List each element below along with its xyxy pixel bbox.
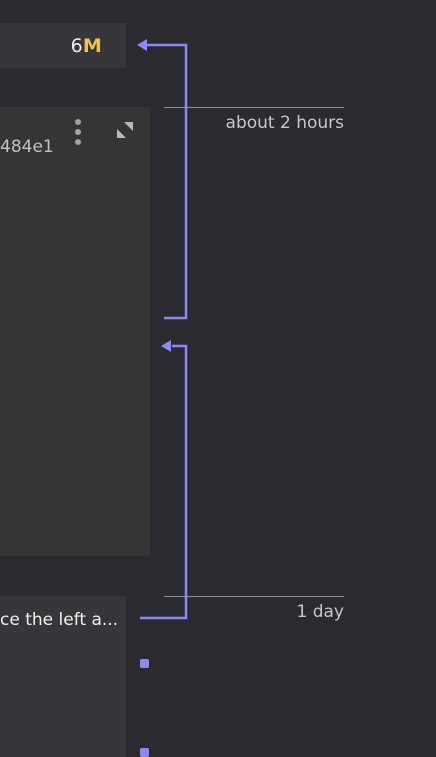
canvas: 6M 484e1 ce the left a... about 2 hours … xyxy=(0,0,436,757)
time-divider-2 xyxy=(164,596,344,597)
node-card[interactable] xyxy=(0,107,150,556)
counter-number: 6 xyxy=(70,35,83,57)
kebab-dot xyxy=(75,139,81,145)
kebab-dot xyxy=(75,119,81,125)
bottom-card-text: ce the left a... xyxy=(0,610,118,630)
kebab-menu-icon[interactable] xyxy=(69,119,87,145)
timeline-dot xyxy=(140,748,149,757)
timeline-dot xyxy=(140,659,149,668)
time-label-2: 1 day xyxy=(296,602,345,622)
counter-card[interactable]: 6M xyxy=(0,23,126,68)
counter-suffix: M xyxy=(82,35,102,57)
time-label-1: about 2 hours xyxy=(225,113,344,133)
counter-value: 6M xyxy=(71,34,102,58)
expand-icon[interactable] xyxy=(114,119,136,141)
time-divider-1 xyxy=(164,107,344,108)
kebab-dot xyxy=(75,129,81,135)
node-id: 484e1 xyxy=(0,137,54,157)
